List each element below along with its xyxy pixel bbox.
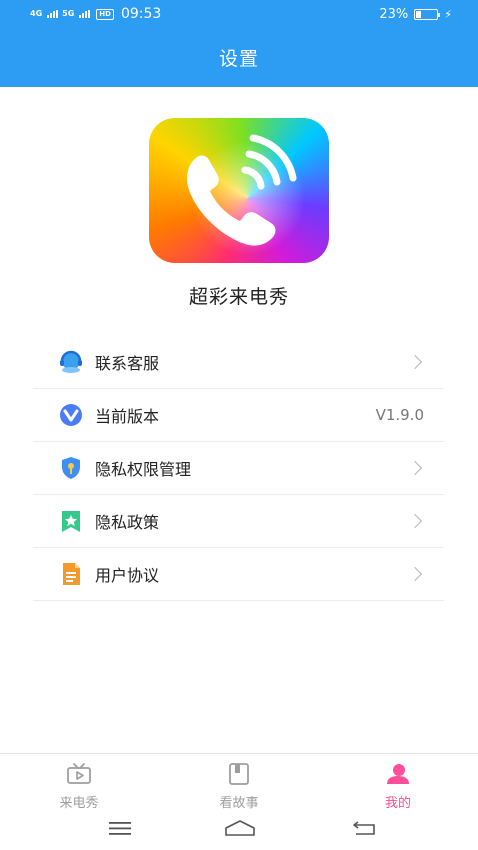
tv-play-icon [67, 763, 91, 784]
header-bar: 4G 5G HD 09:53 23% ⚡ 设置 [0, 0, 478, 87]
settings-item-version[interactable]: 当前版本 V1.9.0 [33, 389, 444, 442]
settings-item-privacy-policy[interactable]: 隐私政策 [33, 495, 444, 548]
policy-star-icon [62, 511, 80, 532]
tab-stories[interactable]: 看故事 [199, 763, 279, 811]
page-title: 设置 [218, 48, 259, 70]
signal-bars-icon [79, 10, 91, 18]
status-bar: 4G 5G HD 09:53 23% ⚡ [0, 0, 478, 30]
home-icon[interactable] [224, 820, 256, 836]
settings-item-label: 隐私权限管理 [95, 460, 192, 479]
settings-item-label: 隐私政策 [95, 513, 160, 532]
settings-item-user-agreement[interactable]: 用户协议 [33, 548, 444, 601]
signal-bars-icon [47, 10, 59, 18]
chevron-right-icon [407, 354, 423, 370]
settings-item-label: 当前版本 [95, 407, 160, 426]
phone-ringing-icon [186, 134, 297, 246]
battery-icon [414, 9, 441, 20]
settings-item-privacy-permissions[interactable]: 隐私权限管理 [33, 442, 444, 495]
app-name: 超彩来电秀 [188, 286, 289, 308]
settings-list: 联系客服 当前版本 V1.9.0 隐私权限管理 隐私政策 用户协议 [33, 336, 444, 601]
bottom-nav: 来电秀 看故事 我的 [0, 753, 478, 811]
battery-percent: 23% [379, 7, 409, 22]
book-icon [229, 763, 249, 785]
clock: 09:53 [120, 6, 162, 22]
chevron-right-icon [407, 513, 423, 529]
settings-item-contact-support[interactable]: 联系客服 [33, 336, 444, 389]
app-logo [149, 118, 329, 263]
network-5g-label: 5G [62, 9, 75, 18]
tab-mine[interactable]: 我的 [358, 763, 438, 811]
system-nav-bar [0, 809, 478, 850]
tab-call-show[interactable]: 来电秀 [39, 763, 119, 811]
status-right: 23% ⚡ [379, 7, 452, 22]
version-icon [60, 404, 82, 426]
settings-item-label: 用户协议 [95, 566, 160, 585]
chevron-right-icon [407, 566, 423, 582]
chevron-right-icon [407, 460, 423, 476]
agreement-document-icon [63, 563, 80, 585]
customer-service-icon [60, 350, 82, 373]
status-left: 4G 5G HD 09:53 [30, 6, 161, 22]
version-value: V1.9.0 [375, 406, 424, 424]
back-icon[interactable] [352, 820, 378, 836]
hd-badge: HD [96, 8, 114, 20]
charging-icon: ⚡ [444, 8, 452, 21]
network-4g-label: 4G [30, 9, 43, 18]
privacy-shield-icon [62, 457, 80, 479]
settings-item-label: 联系客服 [95, 354, 160, 373]
profile-icon [387, 764, 409, 784]
menu-icon[interactable] [108, 820, 132, 836]
